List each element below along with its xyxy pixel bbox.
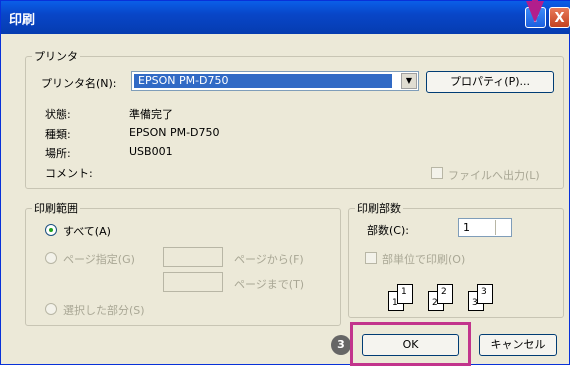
close-button[interactable]: X <box>549 7 570 28</box>
collate-page-icon: 1 <box>397 284 413 304</box>
printer-name-label: プリンタ名(N): <box>41 77 117 90</box>
print-to-file-label: ファイルへ出力(L) <box>448 169 540 182</box>
collate-checkbox[interactable] <box>365 252 377 264</box>
ok-highlight-box <box>350 322 471 366</box>
range-selection-radio[interactable] <box>45 303 57 315</box>
collate-page-icon: 2 <box>437 284 453 304</box>
page-from-input[interactable] <box>163 247 223 267</box>
print-to-file-checkbox[interactable] <box>431 167 443 179</box>
print-range-group-label: 印刷範囲 <box>34 202 78 215</box>
range-all-radio[interactable] <box>45 224 57 236</box>
copies-count-label: 部数(C): <box>367 224 409 237</box>
printer-group-label: プリンタ <box>34 50 78 63</box>
copies-count-stepper[interactable]: 1 <box>458 218 512 237</box>
copies-count-value: 1 <box>463 221 470 234</box>
comment-label: コメント: <box>45 167 93 180</box>
page-to-input[interactable] <box>163 272 223 292</box>
properties-button[interactable]: プロパティ(P)... <box>426 71 554 93</box>
location-value: USB001 <box>129 145 173 158</box>
status-value: 準備完了 <box>129 108 173 121</box>
status-label: 状態: <box>45 108 71 121</box>
cancel-button[interactable]: キャンセル <box>479 334 557 356</box>
printer-name-value: EPSON PM-D750 <box>134 74 392 88</box>
type-value: EPSON PM-D750 <box>129 126 220 139</box>
stepper-arrows-icon[interactable] <box>495 220 510 235</box>
type-label: 種類: <box>45 128 71 141</box>
annotation-arrow-icon <box>526 1 544 23</box>
range-selection-label: 選択した部分(S) <box>63 304 145 317</box>
location-label: 場所: <box>45 147 71 160</box>
range-pages-label: ページ指定(G) <box>63 253 135 266</box>
range-all-label: すべて(A) <box>63 225 111 238</box>
title-bar[interactable]: 印刷 ? X <box>1 1 570 34</box>
collate-label: 部単位で印刷(O) <box>382 253 466 266</box>
step-number-badge: 3 <box>331 335 351 355</box>
copies-group-label: 印刷部数 <box>357 202 401 215</box>
page-to-label: ページまで(T) <box>234 278 305 291</box>
window-title: 印刷 <box>9 13 36 28</box>
print-dialog: 印刷 ? X プリンタ プリンタ名(N): EPSON PM-D750 ▼ プロ… <box>0 0 570 366</box>
page-from-label: ページから(F) <box>234 253 304 266</box>
collate-page-icon: 3 <box>477 284 493 304</box>
chevron-down-icon[interactable]: ▼ <box>401 73 417 89</box>
printer-name-select[interactable]: EPSON PM-D750 ▼ <box>131 71 419 91</box>
range-pages-radio[interactable] <box>45 252 57 264</box>
